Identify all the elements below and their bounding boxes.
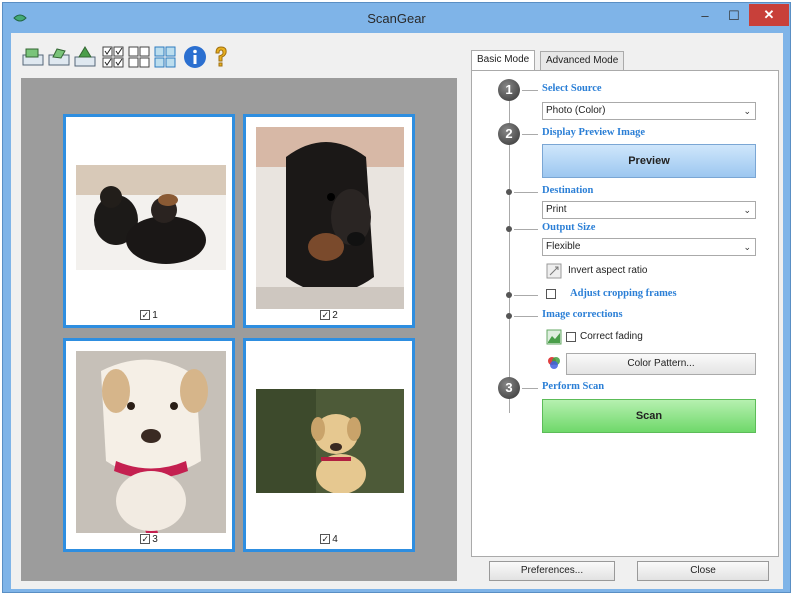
help-icon[interactable] bbox=[209, 45, 233, 69]
display-preview-label: Display Preview Image bbox=[542, 127, 646, 138]
chevron-down-icon: ⌄ bbox=[743, 106, 751, 116]
preview-button[interactable]: Preview bbox=[542, 144, 756, 178]
deselect-all-icon[interactable] bbox=[127, 45, 151, 69]
destination-value: Print bbox=[546, 204, 567, 215]
step-dot bbox=[506, 313, 512, 319]
close-button[interactable]: Close bbox=[637, 561, 769, 581]
step-1-icon: 1 bbox=[498, 79, 520, 101]
window-title: ScanGear bbox=[367, 11, 426, 26]
window-body: ✓ 1 ✓ 2 ✓ 3 ✓ 4 Basic Mode Advanced Mode… bbox=[11, 33, 783, 589]
toolbar bbox=[15, 41, 455, 73]
chevron-down-icon: ⌄ bbox=[743, 242, 751, 252]
checkbox-2[interactable]: ✓ bbox=[320, 310, 331, 321]
step-dot bbox=[506, 292, 512, 298]
thumbnail-2[interactable]: ✓ 2 bbox=[243, 114, 415, 328]
thumbnail-number: 3 bbox=[152, 534, 158, 545]
adjust-cropping-frames-label[interactable]: Adjust cropping frames bbox=[570, 288, 677, 299]
output-size-value: Flexible bbox=[546, 241, 581, 252]
invert-aspect-ratio-label: Invert aspect ratio bbox=[568, 265, 648, 276]
correct-fading-label: Correct fading bbox=[580, 331, 643, 342]
thumbnail-check-3[interactable]: ✓ 3 bbox=[66, 534, 232, 545]
connector bbox=[522, 388, 538, 389]
photo-dachshund-portrait bbox=[256, 127, 404, 309]
close-window-button[interactable]: ✕ bbox=[749, 4, 789, 26]
source-dropdown[interactable]: Photo (Color) ⌄ bbox=[542, 102, 756, 120]
maximize-button[interactable]: ☐ bbox=[720, 5, 748, 27]
output-size-dropdown[interactable]: Flexible ⌄ bbox=[542, 238, 756, 256]
step-2-icon: 2 bbox=[498, 123, 520, 145]
scan-button[interactable]: Scan bbox=[542, 399, 756, 433]
tab-advanced-mode[interactable]: Advanced Mode bbox=[540, 51, 625, 71]
invert-aspect-ratio-icon[interactable] bbox=[546, 263, 562, 279]
thumbnail-number: 2 bbox=[332, 310, 338, 321]
source-value: Photo (Color) bbox=[546, 105, 606, 116]
connector bbox=[514, 192, 538, 193]
photo-labrador-grass bbox=[256, 389, 404, 493]
connector bbox=[514, 316, 538, 317]
correct-fading-checkbox[interactable] bbox=[566, 332, 576, 342]
select-source-label: Select Source bbox=[542, 83, 602, 94]
basic-mode-panel: 1 Select Source Photo (Color) ⌄ 2 Displa… bbox=[471, 70, 779, 557]
thumbnail-4[interactable]: ✓ 4 bbox=[243, 338, 415, 552]
perform-scan-label: Perform Scan bbox=[542, 381, 605, 392]
photo-two-dachshunds bbox=[76, 165, 226, 270]
color-pattern-button[interactable]: Color Pattern... bbox=[566, 353, 756, 375]
thumbnail-number: 1 bbox=[152, 310, 158, 321]
connector bbox=[514, 295, 538, 296]
step-dot bbox=[506, 226, 512, 232]
scan-icon[interactable] bbox=[21, 45, 45, 69]
minimize-button[interactable]: – bbox=[691, 5, 719, 27]
thumbnail-check-1[interactable]: ✓ 1 bbox=[66, 310, 232, 321]
photo-labrador-red-leash bbox=[76, 351, 226, 533]
title-bar[interactable]: ScanGear – ☐ ✕ bbox=[3, 3, 790, 33]
thumbnail-3[interactable]: ✓ 3 bbox=[63, 338, 235, 552]
chevron-down-icon: ⌄ bbox=[743, 205, 751, 215]
adjust-cropping-checkbox[interactable] bbox=[546, 289, 556, 299]
destination-label: Destination bbox=[542, 185, 594, 196]
preferences-button[interactable]: Preferences... bbox=[489, 561, 615, 581]
settings-panel: Basic Mode Advanced Mode 1 Select Source… bbox=[466, 47, 780, 557]
thumbnail-view-icon[interactable] bbox=[153, 45, 177, 69]
checkbox-4[interactable]: ✓ bbox=[320, 534, 331, 545]
tab-basic-mode[interactable]: Basic Mode bbox=[471, 50, 536, 71]
select-all-icon[interactable] bbox=[101, 45, 125, 69]
thumbnail-check-2[interactable]: ✓ 2 bbox=[246, 310, 412, 321]
checkbox-1[interactable]: ✓ bbox=[140, 310, 151, 321]
connector bbox=[514, 229, 538, 230]
connector bbox=[522, 134, 538, 135]
color-pattern-icon bbox=[546, 355, 562, 371]
thumbnail-1[interactable]: ✓ 1 bbox=[63, 114, 235, 328]
scangear-window: ScanGear – ☐ ✕ ✓ 1 ✓ 2 ✓ 3 ✓ 4 Basic Mod… bbox=[2, 2, 791, 593]
output-size-label: Output Size bbox=[542, 222, 596, 233]
preview-area[interactable]: ✓ 1 ✓ 2 ✓ 3 ✓ 4 bbox=[21, 78, 457, 581]
image-corrections-label: Image corrections bbox=[542, 309, 623, 320]
step-3-icon: 3 bbox=[498, 377, 520, 399]
thumbnail-number: 4 bbox=[332, 534, 338, 545]
step-dot bbox=[506, 189, 512, 195]
scan-rotate-icon[interactable] bbox=[47, 45, 71, 69]
correct-fading-icon bbox=[546, 329, 562, 345]
destination-dropdown[interactable]: Print ⌄ bbox=[542, 201, 756, 219]
scan-crop-icon[interactable] bbox=[73, 45, 97, 69]
checkbox-3[interactable]: ✓ bbox=[140, 534, 151, 545]
thumbnail-check-4[interactable]: ✓ 4 bbox=[246, 534, 412, 545]
connector bbox=[522, 90, 538, 91]
info-icon[interactable] bbox=[183, 45, 207, 69]
